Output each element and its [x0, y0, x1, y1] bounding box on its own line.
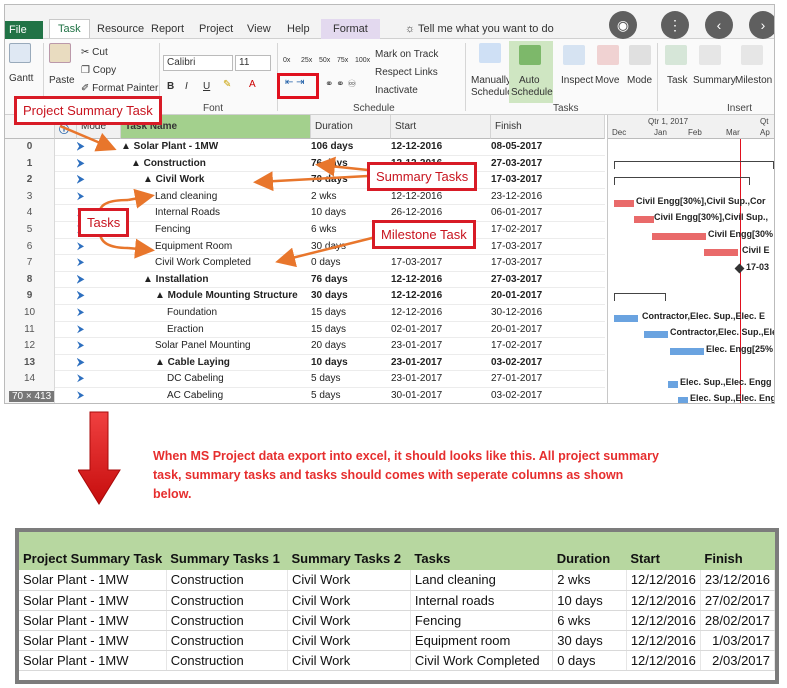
excel-cell: 12/12/2016 [626, 650, 701, 671]
excel-column-header: Start [626, 532, 701, 570]
export-note: When MS Project data export into excel, … [153, 449, 659, 501]
excel-column-header: Duration [552, 532, 627, 570]
excel-cell: Civil Work [287, 650, 411, 671]
excel-cell: 12/12/2016 [626, 630, 701, 651]
excel-cell: Civil Work [287, 570, 411, 591]
callout-milestone: Milestone Task [372, 220, 476, 249]
excel-cell: Internal roads [410, 590, 554, 611]
excel-row: Solar Plant - 1MW Construction Civil Work F… [19, 610, 775, 631]
excel-cell: 6 wks [552, 610, 627, 631]
excel-cell: Equipment room [410, 630, 554, 651]
excel-row: Solar Plant - 1MW Construction Civil Work I… [19, 590, 775, 611]
excel-column-header: Project Summary Task [19, 532, 167, 570]
arrow-project-summary [59, 124, 117, 152]
arrow-task-top [127, 188, 155, 209]
excel-cell: Solar Plant - 1MW [19, 590, 167, 611]
excel-table: Project Summary Task Summary Tasks 1 Summa… [19, 532, 775, 671]
arrow-summary-construction [315, 156, 369, 177]
excel-cell: Solar Plant - 1MW [19, 650, 167, 671]
excel-cell: 12/12/2016 [626, 590, 701, 611]
excel-cell: Solar Plant - 1MW [19, 570, 167, 591]
callout-tasks: Tasks [78, 208, 130, 237]
excel-cell: Civil Work Completed [410, 650, 554, 671]
excel-row: Solar Plant - 1MW Construction Civil Work C… [19, 650, 775, 671]
excel-cell: 23/12/2016 [700, 570, 775, 591]
arrow-task-bottom [127, 238, 155, 259]
excel-cell: 12/12/2016 [626, 610, 701, 631]
excel-cell: Civil Work [287, 630, 411, 651]
excel-cell: Fencing [410, 610, 554, 631]
excel-row: Solar Plant - 1MW Construction Civil Work E… [19, 630, 775, 651]
excel-cell: 30 days [552, 630, 627, 651]
excel-cell: Civil Work [287, 590, 411, 611]
down-arrow-icon [78, 411, 121, 505]
excel-cell: Construction [166, 650, 288, 671]
excel-row: Solar Plant - 1MW Construction Civil Work L… [19, 570, 775, 591]
callout-summary-tasks: Summary Tasks [367, 162, 478, 191]
callout-project-summary: Project Summary Task [14, 96, 162, 125]
excel-column-header: Summary Tasks 1 [166, 532, 288, 570]
excel-cell: 28/02/2017 [700, 610, 775, 631]
excel-cell: 0 days [552, 650, 627, 671]
excel-table-screenshot: Project Summary Task Summary Tasks 1 Summa… [15, 528, 779, 684]
excel-cell: Solar Plant - 1MW [19, 610, 167, 631]
excel-cell: Construction [166, 570, 288, 591]
excel-cell: Construction [166, 630, 288, 651]
excel-column-header: Tasks [410, 532, 553, 570]
excel-header-row: Project Summary Task Summary Tasks 1 Summa… [19, 532, 775, 570]
excel-body: Solar Plant - 1MW Construction Civil Work L… [19, 570, 775, 671]
excel-cell: 1/03/2017 [700, 630, 775, 651]
excel-cell: 10 days [552, 590, 627, 611]
excel-column-header: Summary Tasks 2 [287, 532, 411, 570]
excel-cell: 2 wks [552, 570, 627, 591]
arrow-milestone [275, 234, 381, 268]
excel-cell: 27/02/2017 [700, 590, 775, 611]
excel-cell: Land cleaning [410, 570, 554, 591]
excel-cell: 12/12/2016 [626, 570, 701, 591]
excel-cell: 2/03/2017 [700, 650, 775, 671]
excel-cell: Construction [166, 590, 288, 611]
excel-cell: Solar Plant - 1MW [19, 630, 167, 651]
excel-cell: Construction [166, 610, 288, 631]
excel-column-header: Finish [700, 532, 775, 570]
arrow-summary-civil [253, 171, 369, 192]
excel-cell: Civil Work [287, 610, 411, 631]
